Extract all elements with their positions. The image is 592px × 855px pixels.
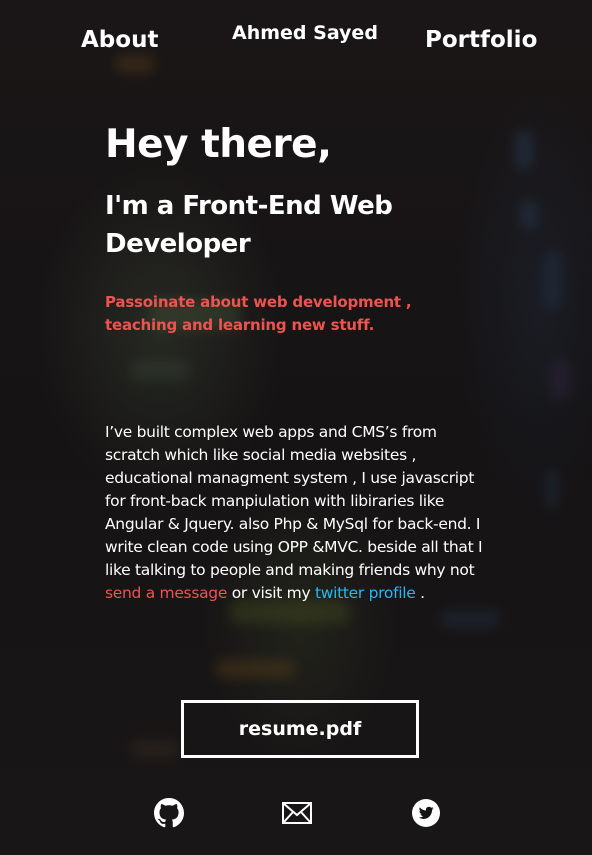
send-message-link[interactable]: send a message <box>105 584 227 602</box>
resume-button-label: resume.pdf <box>238 718 362 740</box>
bio-text-end: . <box>415 584 425 602</box>
twitter-profile-link[interactable]: twitter profile <box>315 584 416 602</box>
nav-home-name-link[interactable]: Ahmed Sayed <box>232 22 378 44</box>
bio-text-middle: or visit my <box>227 584 315 602</box>
nav-portfolio-link[interactable]: Portfolio <box>425 27 537 53</box>
resume-download-button[interactable]: resume.pdf <box>181 700 419 758</box>
hero-title: Hey there, <box>105 122 332 167</box>
github-link[interactable] <box>153 797 185 829</box>
bio-paragraph: I’ve built complex web apps and CMS’s fr… <box>105 421 490 605</box>
tagline: Passoinate about web development , teach… <box>105 293 412 334</box>
github-icon <box>154 798 184 828</box>
mail-link[interactable] <box>281 797 313 829</box>
nav-about-link[interactable]: About <box>81 27 158 53</box>
mail-icon <box>282 802 312 824</box>
bio-text: I’ve built complex web apps and CMS’s fr… <box>105 423 483 579</box>
twitter-link[interactable] <box>410 797 442 829</box>
twitter-icon <box>412 799 440 827</box>
hero-subtitle: I'm a Front-End Web Developer <box>105 191 393 259</box>
